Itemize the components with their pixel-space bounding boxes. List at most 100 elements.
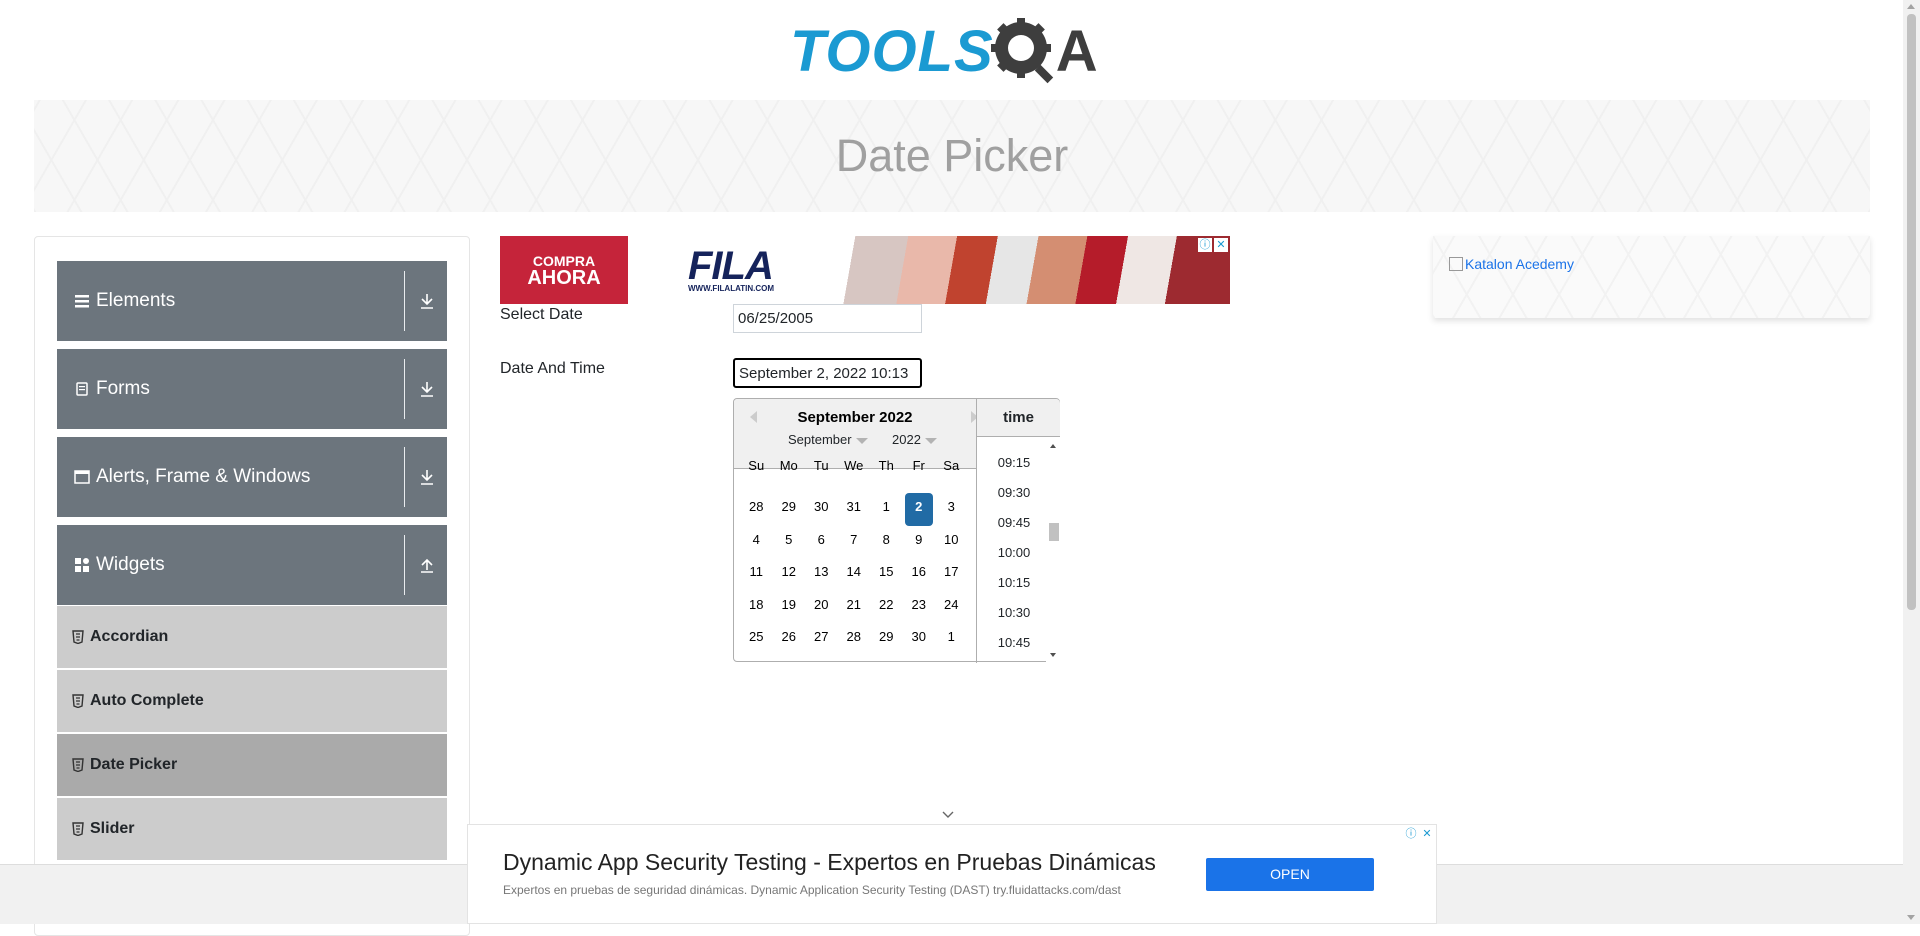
page-banner: Date Picker xyxy=(34,100,1870,212)
time-scroll-thumb[interactable] xyxy=(1049,523,1059,541)
day-cell[interactable]: 13 xyxy=(805,558,838,591)
day-cell[interactable]: 10 xyxy=(935,526,968,559)
day-cell[interactable]: 30 xyxy=(805,493,838,526)
page-scrollbar[interactable] xyxy=(1903,0,1920,924)
ad-close-icon[interactable]: ✕ xyxy=(1420,827,1434,841)
sidebar-group-elements[interactable]: Elements xyxy=(57,261,447,341)
sidebar-item-accordian[interactable]: Accordian xyxy=(57,606,447,668)
katalon-alt-text: Katalon Acedemy xyxy=(1465,256,1574,272)
day-cell[interactable]: 6 xyxy=(805,526,838,559)
upload-arrow-icon[interactable] xyxy=(415,553,439,577)
day-cell[interactable]: 1 xyxy=(870,493,903,526)
logo-text: TOOLS xyxy=(790,19,994,84)
sidebar-item-label: Date Picker xyxy=(90,756,178,773)
select-date-input[interactable] xyxy=(733,304,922,333)
bottom-advertisement[interactable]: Dynamic App Security Testing - Expertos … xyxy=(467,824,1437,924)
fila-logo: FILA WWW.FILALATIN.COM xyxy=(688,244,774,293)
right-advertisement[interactable]: Katalon Acedemy xyxy=(1433,236,1870,318)
open-button[interactable]: OPEN xyxy=(1206,858,1374,891)
ad-compra-block: COMPRA AHORA xyxy=(500,236,628,304)
day-cell[interactable]: 9 xyxy=(903,526,936,559)
sidebar-group-widgets[interactable]: Widgets xyxy=(57,525,447,605)
site-header: TOOLS A xyxy=(0,0,1903,100)
broken-image-link[interactable]: Katalon Acedemy xyxy=(1449,256,1574,272)
sidebar-group-alerts[interactable]: Alerts, Frame & Windows xyxy=(57,437,447,517)
fila-brand: FILA xyxy=(688,244,774,288)
day-cell[interactable]: 29 xyxy=(870,623,903,656)
download-arrow-icon[interactable] xyxy=(415,377,439,401)
day-cell[interactable]: 15 xyxy=(870,558,903,591)
day-cell[interactable]: 5 xyxy=(773,526,806,559)
html5-icon xyxy=(72,694,84,708)
ad-photo xyxy=(835,236,1230,304)
day-cell[interactable]: 29 xyxy=(773,493,806,526)
weekday-label: We xyxy=(844,458,864,473)
day-cell[interactable]: 28 xyxy=(838,623,871,656)
scroll-down-icon[interactable] xyxy=(1046,650,1060,660)
year-select[interactable]: 2022 xyxy=(892,432,937,447)
day-cell[interactable]: 18 xyxy=(740,591,773,624)
sidebar-group-forms[interactable]: Forms xyxy=(57,349,447,429)
sidebar-group-label: Elements xyxy=(96,290,176,311)
divider xyxy=(404,359,405,419)
ad-controls: ⓘ ✕ xyxy=(1198,238,1228,252)
day-cell[interactable]: 23 xyxy=(903,591,936,624)
weekday-label: Sa xyxy=(943,458,960,473)
day-cell[interactable]: 20 xyxy=(805,591,838,624)
widgets-icon xyxy=(75,558,89,572)
day-cell[interactable]: 22 xyxy=(870,591,903,624)
day-cell[interactable]: 12 xyxy=(773,558,806,591)
broken-image-icon xyxy=(1449,257,1463,271)
day-cell[interactable]: 21 xyxy=(838,591,871,624)
time-scrollbar[interactable] xyxy=(1046,437,1060,662)
day-cell[interactable]: 3 xyxy=(935,493,968,526)
weekday-label: Su xyxy=(748,458,765,473)
scroll-down-icon[interactable] xyxy=(1907,915,1915,920)
day-cell[interactable]: 11 xyxy=(740,558,773,591)
download-arrow-icon[interactable] xyxy=(415,465,439,489)
scroll-thumb[interactable] xyxy=(1907,14,1916,610)
sidebar-item-slider[interactable]: Slider xyxy=(57,798,447,860)
ad-info-icon[interactable]: ⓘ xyxy=(1404,827,1418,841)
week-row: 18 19 20 21 22 23 24 xyxy=(740,591,972,624)
day-cell[interactable]: 14 xyxy=(838,558,871,591)
day-cell[interactable]: 26 xyxy=(773,623,806,656)
ad-close-icon[interactable]: ✕ xyxy=(1214,238,1228,252)
week-row: 4 5 6 7 8 9 10 xyxy=(740,526,972,559)
chevron-down-icon[interactable] xyxy=(942,810,954,820)
date-time-input[interactable] xyxy=(733,358,922,388)
ad-compra-line1: COMPRA xyxy=(532,253,596,269)
year-select-value: 2022 xyxy=(892,432,921,447)
day-cell[interactable]: 24 xyxy=(935,591,968,624)
day-cell[interactable]: 17 xyxy=(935,558,968,591)
download-arrow-icon[interactable] xyxy=(415,289,439,313)
day-cell[interactable]: 25 xyxy=(740,623,773,656)
day-cell[interactable]: 27 xyxy=(805,623,838,656)
divider xyxy=(404,535,405,595)
page-title: Date Picker xyxy=(835,130,1069,181)
day-cell[interactable]: 16 xyxy=(903,558,936,591)
day-cell[interactable]: 2 xyxy=(904,493,933,526)
day-cell[interactable]: 1 xyxy=(935,623,968,656)
day-cell[interactable]: 28 xyxy=(740,493,773,526)
scroll-up-icon[interactable] xyxy=(1046,441,1060,451)
day-cell[interactable]: 7 xyxy=(838,526,871,559)
weekday-label: Fr xyxy=(912,458,925,473)
top-advertisement[interactable]: COMPRA AHORA FILA WWW.FILALATIN.COM ⓘ ✕ xyxy=(500,236,1230,304)
month-select[interactable]: September xyxy=(788,432,868,447)
sidebar-item-date-picker[interactable]: Date Picker xyxy=(57,734,447,796)
day-cell[interactable]: 19 xyxy=(773,591,806,624)
week-row: 25 26 27 28 29 30 1 xyxy=(740,623,972,656)
toolsqa-logo[interactable]: TOOLS A xyxy=(790,14,1115,89)
scroll-up-icon[interactable] xyxy=(1907,4,1915,9)
sidebar-item-auto-complete[interactable]: Auto Complete xyxy=(57,670,447,732)
day-cell[interactable]: 30 xyxy=(903,623,936,656)
select-date-label: Select Date xyxy=(500,306,583,323)
ad-title[interactable]: Dynamic App Security Testing - Expertos … xyxy=(503,849,1156,876)
chevron-down-icon xyxy=(924,437,937,444)
ad-info-icon[interactable]: ⓘ xyxy=(1198,238,1212,252)
day-cell[interactable]: 4 xyxy=(740,526,773,559)
day-cell[interactable]: 8 xyxy=(870,526,903,559)
time-header: time xyxy=(977,399,1060,437)
day-cell[interactable]: 31 xyxy=(838,493,871,526)
